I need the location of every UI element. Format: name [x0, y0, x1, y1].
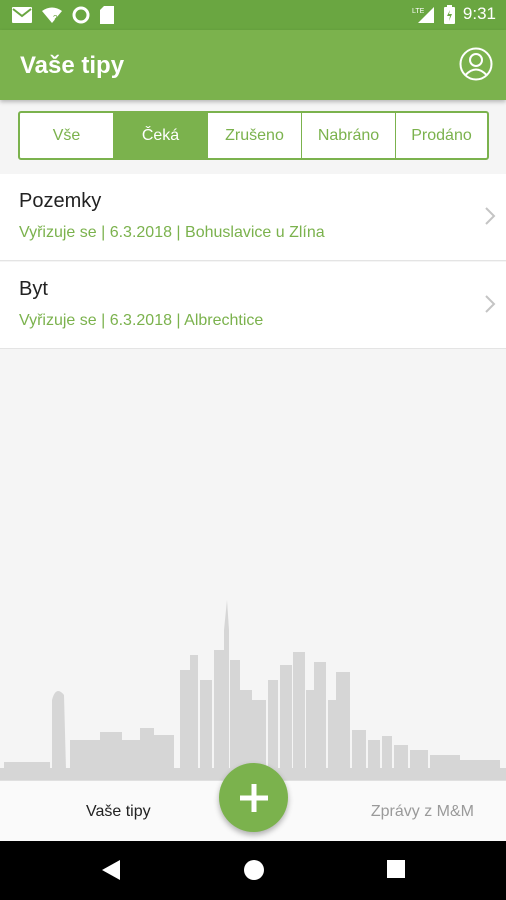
- status-time: 9:31: [462, 4, 496, 23]
- profile-button[interactable]: [459, 47, 493, 81]
- tab-nabrano[interactable]: Nabráno: [302, 113, 396, 158]
- tab-zruseno[interactable]: Zrušeno: [208, 113, 302, 158]
- chevron-right-icon: [485, 207, 496, 225]
- city-skyline-illustration: [0, 600, 506, 785]
- item-title: Byt: [19, 278, 48, 300]
- home-icon[interactable]: [243, 859, 265, 881]
- list-item[interactable]: Byt Vyřizuje se | 6.3.2018 | Albrechtice: [0, 262, 506, 349]
- plus-icon: [239, 783, 268, 812]
- app-bar: Vaše tipy: [0, 30, 506, 100]
- item-title: Pozemky: [19, 190, 102, 212]
- filter-tabs: Vše Čeká Zrušeno Nabráno Prodáno: [18, 111, 489, 160]
- battery-icon: [443, 4, 455, 24]
- sync-icon: [72, 6, 90, 24]
- gmail-icon: [12, 7, 32, 23]
- signal-icon: LTE: [412, 7, 434, 23]
- chevron-right-icon: [485, 295, 496, 313]
- system-nav-bar: [0, 841, 506, 900]
- tips-list: Pozemky Vyřizuje se | 6.3.2018 | Bohusla…: [0, 174, 506, 350]
- recents-icon[interactable]: [386, 859, 406, 879]
- item-subtitle: Vyřizuje se | 6.3.2018 | Albrechtice: [19, 312, 264, 329]
- nav-item-vase-tipy[interactable]: Vaše tipy: [86, 803, 151, 821]
- add-tip-button[interactable]: [219, 763, 288, 832]
- tab-ceka[interactable]: Čeká: [114, 113, 208, 158]
- item-subtitle: Vyřizuje se | 6.3.2018 | Bohuslavice u Z…: [19, 224, 325, 241]
- page-title: Vaše tipy: [20, 52, 125, 79]
- account-circle-icon: [459, 47, 493, 81]
- svg-text:LTE: LTE: [412, 8, 425, 15]
- back-icon[interactable]: [100, 859, 122, 881]
- sd-card-icon: [100, 6, 114, 24]
- svg-text:?: ?: [53, 14, 58, 23]
- tab-prodano[interactable]: Prodáno: [396, 113, 487, 158]
- tab-vse[interactable]: Vše: [20, 113, 114, 158]
- nav-item-zpravy[interactable]: Zprávy z M&M: [371, 803, 474, 821]
- status-bar: ? LTE 9:31: [0, 0, 506, 30]
- list-item[interactable]: Pozemky Vyřizuje se | 6.3.2018 | Bohusla…: [0, 174, 506, 261]
- wifi-question-icon: ?: [42, 7, 62, 23]
